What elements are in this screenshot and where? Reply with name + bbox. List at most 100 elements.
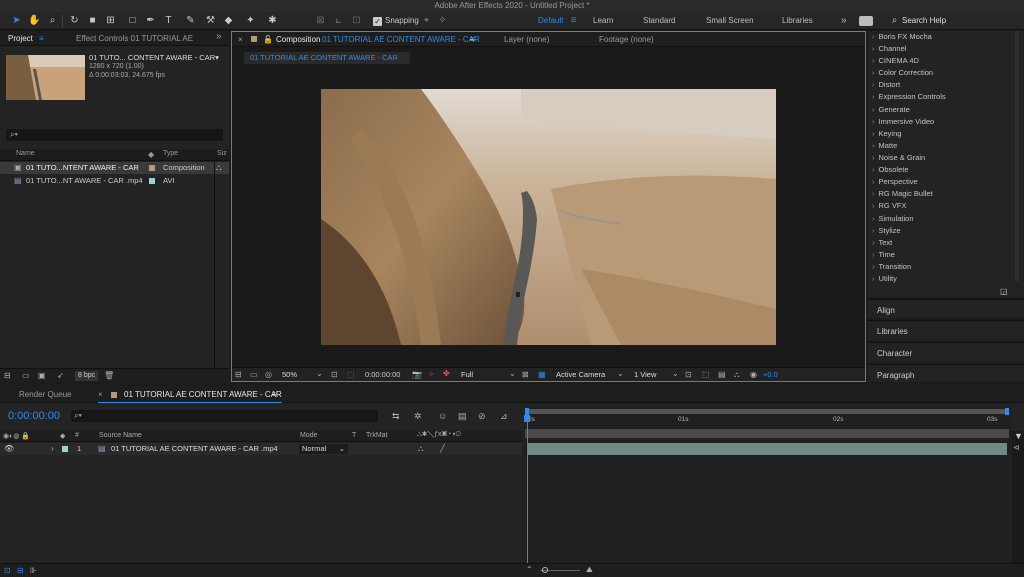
render-range-bar[interactable] — [525, 429, 1009, 438]
snapshot-icon[interactable]: 📷 — [412, 370, 422, 380]
switches-icons[interactable]: ⛬✱╲ƒx▣◔◑⊙ — [417, 431, 461, 439]
effect-category[interactable]: Generate — [872, 104, 910, 116]
world-axis-icon[interactable]: ⟀ — [332, 14, 345, 27]
time-ruler[interactable]: 0s 01s 02s 03s — [524, 416, 1012, 428]
comp-viewer-frame[interactable] — [321, 89, 776, 345]
view-layout-select[interactable]: 1 View — [634, 370, 656, 380]
align-panel[interactable]: Align — [868, 299, 1024, 318]
hand-tool-icon[interactable]: ✋ — [28, 14, 41, 27]
tab-timeline-comp[interactable]: 01 TUTORIAL AE CONTENT AWARE - CAR — [124, 390, 282, 400]
chevron-down-icon[interactable]: ⌄ — [617, 369, 624, 379]
clone-stamp-tool-icon[interactable]: ⚒ — [204, 14, 217, 27]
character-panel[interactable]: Character — [868, 342, 1024, 362]
camera-view-select[interactable]: Active Camera — [556, 370, 605, 380]
project-settings-icon[interactable]: ➶ — [57, 371, 64, 381]
expand-arrow-icon[interactable]: › — [51, 443, 54, 455]
workspace-small-screen[interactable]: Small Screen — [706, 15, 754, 27]
effect-category[interactable]: Transition — [872, 261, 912, 273]
panel-title-character[interactable]: Character — [877, 349, 912, 358]
project-row-composition[interactable]: ▣ 01 TUTO...NTENT AWARE - CAR Compositio… — [0, 162, 229, 174]
label-column-icon[interactable]: ◆ — [148, 150, 154, 159]
bit-depth-button[interactable]: 8 bpc — [75, 371, 99, 381]
effect-category[interactable]: Obsolete — [872, 164, 909, 176]
new-folder-icon[interactable]: ▭ — [22, 371, 30, 381]
trash-icon[interactable]: 🗑 — [104, 371, 114, 381]
effect-category[interactable]: Simulation — [872, 213, 914, 225]
motion-blur-icon[interactable]: ⊘ — [478, 411, 486, 421]
snap-target-icon[interactable]: ✧ — [436, 14, 449, 27]
rectangle-tool-icon[interactable]: □ — [126, 14, 139, 27]
region-of-interest-icon[interactable]: ⊠ — [522, 370, 529, 380]
workspace-sync-icon[interactable] — [859, 16, 873, 26]
column-track-preserve[interactable]: T — [352, 432, 356, 439]
resolution-select[interactable]: Full — [461, 370, 473, 380]
flowchart-icon[interactable]: ⛬ — [734, 370, 740, 380]
snapping-checkbox[interactable]: ✓ — [373, 17, 382, 26]
rotate-tool-icon[interactable]: ↻ — [68, 14, 81, 27]
effect-category[interactable]: Expression Controls — [872, 91, 946, 103]
shy-switch-icon[interactable]: ⛬ — [418, 443, 424, 455]
timeline-graph-area[interactable]: 0s 01s 02s 03s — [524, 406, 1012, 563]
interpret-footage-icon[interactable]: ⊟ — [4, 371, 11, 381]
workspaces-more-button[interactable]: » — [841, 15, 847, 27]
graph-editor-icon[interactable]: ⊿ — [500, 411, 508, 421]
visibility-eye-icon[interactable]: 👁 — [4, 443, 14, 455]
tab-render-queue[interactable]: Render Queue — [19, 390, 71, 400]
zoom-level-select[interactable]: 50% — [282, 370, 297, 380]
timeline-current-time[interactable]: 0:00:00:00 — [8, 410, 60, 422]
fast-previews-icon[interactable]: ⬚ — [702, 370, 710, 380]
effect-category[interactable]: Matte — [872, 140, 898, 152]
workspace-learn[interactable]: Learn — [593, 15, 613, 27]
project-row-footage[interactable]: ▤ 01 TUTO...NT AWARE - CAR .mp4 AVI — [0, 175, 229, 187]
label-color-swatch[interactable] — [149, 165, 155, 171]
tab-composition-name[interactable]: 01 TUTORIAL AE CONTENT AWARE - CAR — [322, 35, 480, 45]
camera-tool-icon[interactable]: ■ — [86, 14, 99, 27]
effect-category[interactable]: Channel — [872, 43, 907, 55]
column-trkmat[interactable]: TrkMat — [366, 432, 388, 439]
flowchart-icon[interactable]: ⛬ — [216, 162, 222, 174]
panel-more-button[interactable]: » — [216, 32, 222, 42]
work-area-bar[interactable] — [525, 408, 1009, 415]
effect-category[interactable]: Boris FX Mocha — [872, 31, 932, 43]
layer-duration-bar[interactable] — [527, 443, 1007, 455]
layer-row[interactable]: 👁 › 1 ▤ 01 TUTORIAL AE CONTENT AWARE - C… — [0, 443, 522, 455]
shy-layers-icon[interactable]: ☺ — [438, 411, 447, 421]
playhead-handle[interactable] — [524, 415, 530, 422]
toggle-pixel-aspect-icon[interactable]: ⊡ — [685, 370, 692, 380]
show-snapshot-icon[interactable]: ✧ — [428, 370, 435, 380]
project-search-input[interactable]: ⌕▾ — [6, 129, 223, 141]
current-time-display[interactable]: 0:00:00:00 — [365, 370, 400, 380]
tab-composition-label[interactable]: Composition — [276, 35, 320, 45]
view-axis-icon[interactable]: ⊡ — [350, 14, 363, 27]
effect-category[interactable]: Keying — [872, 128, 902, 140]
chevron-down-icon[interactable]: ⌄ — [672, 369, 679, 379]
effect-category[interactable]: RG VFX — [872, 200, 907, 212]
timeline-menu-icon[interactable]: ≡ — [272, 390, 277, 400]
tab-footage[interactable]: Footage (none) — [599, 35, 654, 45]
roto-brush-tool-icon[interactable]: ✦ — [244, 14, 257, 27]
exposure-value[interactable]: +0.0 — [763, 370, 778, 380]
effect-category[interactable]: Perspective — [872, 176, 918, 188]
zoom-tool-icon[interactable]: ⌕ — [46, 14, 59, 27]
effect-category[interactable]: Immersive Video — [872, 116, 935, 128]
snap-options-icon[interactable]: ⌖ — [420, 14, 433, 27]
brush-tool-icon[interactable]: ✎ — [184, 14, 197, 27]
new-composition-icon[interactable]: ▣ — [38, 371, 46, 381]
column-size[interactable]: Siz — [217, 150, 227, 157]
panel-title-libraries[interactable]: Libraries — [877, 327, 908, 336]
close-tab-icon[interactable]: × — [98, 390, 103, 400]
search-help-input[interactable]: Search Help — [902, 15, 1020, 27]
effect-category[interactable]: Time — [872, 249, 895, 261]
in-out-toggle-icon[interactable]: ⊪ — [30, 566, 37, 576]
effects-scrollbar[interactable] — [1015, 31, 1019, 281]
tab-effect-controls[interactable]: Effect Controls 01 TUTORIAL AE — [76, 34, 202, 44]
new-preset-icon[interactable]: ◲ — [1000, 287, 1008, 297]
zoom-in-mountain-icon[interactable]: ⛰ — [586, 565, 593, 575]
composition-mini-flowchart-icon[interactable]: ⇆ — [392, 411, 400, 421]
paragraph-panel[interactable]: Paragraph — [868, 364, 1024, 382]
layer-switches-toggle-icon[interactable]: ⊡ — [4, 566, 11, 576]
column-source-name[interactable]: Source Name — [99, 432, 142, 439]
eraser-tool-icon[interactable]: ◆ — [222, 14, 235, 27]
tab-layer[interactable]: Layer (none) — [504, 35, 549, 45]
comp-marker-icon[interactable]: ▼ — [1014, 431, 1023, 441]
